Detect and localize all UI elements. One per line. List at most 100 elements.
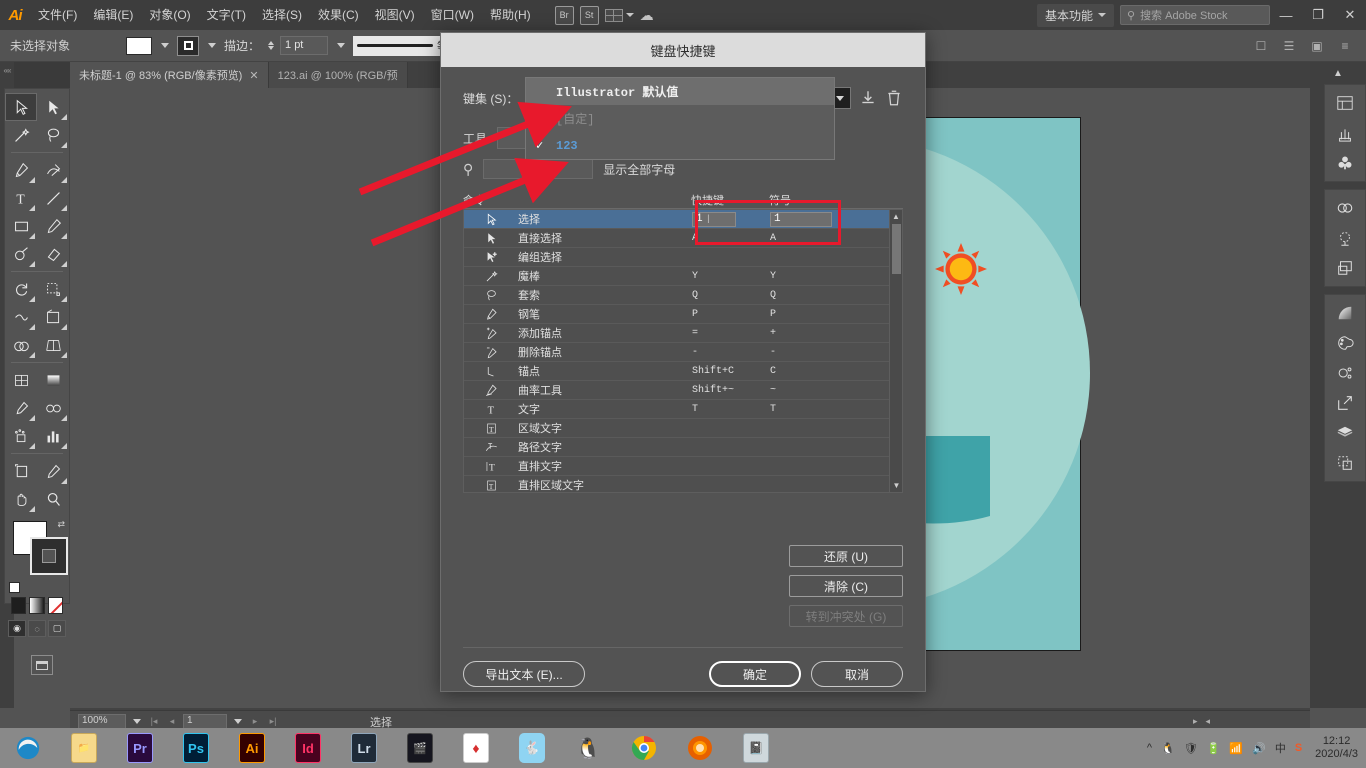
table-row[interactable]: 曲率工具 Shift+~ ~ <box>464 381 902 400</box>
align-icon[interactable]: ☰ <box>1280 37 1298 55</box>
gradient-panel-icon[interactable] <box>1325 298 1365 328</box>
symbol-value[interactable]: T <box>770 404 850 415</box>
cancel-button[interactable]: 取消 <box>811 661 903 687</box>
draw-normal-icon[interactable]: ◉ <box>8 620 26 637</box>
stroke-weight-stepper[interactable] <box>268 41 274 50</box>
shortcut-value[interactable]: Y <box>692 271 770 282</box>
keyset-option-custom[interactable]: [自定] <box>526 105 834 132</box>
taskbar-item-wps[interactable]: ♦ <box>448 728 504 768</box>
keyset-dropdown-list[interactable]: Illustrator 默认值 [自定] ✓ 123 <box>525 77 835 160</box>
stock-icon[interactable]: St <box>580 6 599 25</box>
screen-mode-icon[interactable] <box>31 655 53 675</box>
tool-zoom[interactable] <box>37 485 69 513</box>
tool-lasso[interactable] <box>37 121 69 149</box>
tray-ime-icon[interactable]: 中 <box>1275 740 1286 756</box>
tool-eraser[interactable] <box>37 240 69 268</box>
symbol-value[interactable]: C <box>770 366 850 377</box>
export-panel-icon[interactable] <box>1325 388 1365 418</box>
scroll-down-icon[interactable]: ▼ <box>890 479 903 492</box>
symbol-value[interactable]: ~ <box>770 385 850 396</box>
fill-color-swatch[interactable] <box>126 37 152 55</box>
gradient-mode-icon[interactable] <box>29 597 44 614</box>
taskbar-item-qq[interactable]: 🐧 <box>560 728 616 768</box>
shortcut-value[interactable]: - <box>692 347 770 358</box>
symbol-value[interactable]: Y <box>770 271 850 282</box>
tool-eyedropper[interactable] <box>5 394 37 422</box>
close-icon[interactable]: ✕ <box>249 69 258 82</box>
transform-icon[interactable]: ▣ <box>1308 37 1326 55</box>
tab-untitled-1[interactable]: 未标题-1 @ 83% (RGB/像素预览) ✕ <box>70 62 269 88</box>
none-mode-icon[interactable] <box>48 597 63 614</box>
table-row[interactable]: 删除锚点 - - <box>464 343 902 362</box>
menu-effect[interactable]: 效果(C) <box>310 0 367 30</box>
tool-type[interactable]: T <box>5 184 37 212</box>
tool-shape-builder[interactable] <box>5 331 37 359</box>
swap-fill-stroke-icon[interactable]: ⇄ <box>57 519 65 530</box>
clear-button[interactable]: 清除 (C) <box>789 575 903 597</box>
taskbar-item-rabbit-assistant[interactable]: 🐇 <box>504 728 560 768</box>
taskbar-item-edge[interactable] <box>0 728 56 768</box>
window-restore-button[interactable]: ❐ <box>1302 0 1334 30</box>
arrange-documents-icon[interactable] <box>605 9 634 22</box>
properties-panel-icon[interactable] <box>1325 88 1365 118</box>
table-row[interactable]: 魔棒 Y Y <box>464 267 902 286</box>
default-fill-stroke-icon[interactable] <box>9 582 20 593</box>
appearance-panel-icon[interactable] <box>1325 358 1365 388</box>
shortcut-value[interactable]: P <box>692 309 770 320</box>
symbol-value[interactable]: Q <box>770 290 850 301</box>
symbol-value[interactable]: + <box>770 328 850 339</box>
table-row[interactable]: 编组选择 <box>464 248 902 267</box>
menu-window[interactable]: 窗口(W) <box>423 0 482 30</box>
taskbar-item-file-explorer[interactable]: 📁 <box>56 728 112 768</box>
scroll-up-icon[interactable]: ▲ <box>890 210 902 223</box>
tool-column-graph[interactable] <box>37 422 69 450</box>
taskbar-item-lightroom[interactable]: Lr <box>336 728 392 768</box>
collapse-panels-icon[interactable]: ▲ <box>1310 62 1366 84</box>
taskbar-item-photoshop[interactable]: Ps <box>168 728 224 768</box>
table-row[interactable]: T 直排区域文字 <box>464 476 902 493</box>
keyset-option-illustrator-default[interactable]: Illustrator 默认值 <box>526 78 834 105</box>
last-artboard-icon[interactable]: ▸| <box>266 716 280 727</box>
first-artboard-icon[interactable]: |◂ <box>147 716 161 727</box>
tool-free-transform[interactable] <box>37 303 69 331</box>
swatches-panel-icon[interactable] <box>1325 328 1365 358</box>
tool-perspective-grid[interactable] <box>37 331 69 359</box>
tool-direct-selection[interactable] <box>37 93 69 121</box>
draw-inside-icon[interactable]: ▢ <box>48 620 66 637</box>
tray-volume-icon[interactable]: 🔊 <box>1252 742 1266 755</box>
table-row[interactable]: 钢笔 P P <box>464 305 902 324</box>
next-artboard-icon[interactable]: ▸ <box>248 716 262 727</box>
table-row[interactable]: 锚点 Shift+C C <box>464 362 902 381</box>
table-row[interactable]: T 直排文字 <box>464 457 902 476</box>
shortcut-edit-field[interactable]: 1| <box>692 212 770 227</box>
tool-blend[interactable] <box>37 394 69 422</box>
stroke-dropdown-arrow[interactable] <box>205 36 218 56</box>
menu-select[interactable]: 选择(S) <box>254 0 310 30</box>
table-row[interactable]: 套索 Q Q <box>464 286 902 305</box>
tool-slice[interactable] <box>37 457 69 485</box>
symbol-value[interactable]: - <box>770 347 850 358</box>
layers-panel-icon[interactable] <box>1325 418 1365 448</box>
search-input[interactable] <box>483 159 593 179</box>
tool-pen[interactable] <box>5 156 37 184</box>
command-list-scrollbar[interactable]: ▲ ▼ <box>889 210 902 492</box>
shortcut-value[interactable]: Shift+C <box>692 366 770 377</box>
panel-menu-icon[interactable]: ≡ <box>1336 37 1354 55</box>
taskbar-item-illustrator[interactable]: Ai <box>224 728 280 768</box>
stroke-swatch[interactable] <box>30 537 68 575</box>
cloud-sync-icon[interactable]: ☁ <box>640 7 654 24</box>
tool-scale[interactable] <box>37 275 69 303</box>
taskbar-clock[interactable]: 12:12 2020/4/3 <box>1311 735 1358 761</box>
tool-hand[interactable] <box>5 485 37 513</box>
previous-artboard-icon[interactable]: ◂ <box>165 716 179 727</box>
tool-line-segment[interactable] <box>37 184 69 212</box>
symbol-value[interactable]: A <box>770 233 850 244</box>
ok-button[interactable]: 确定 <box>709 661 801 687</box>
menu-type[interactable]: 文字(T) <box>199 0 254 30</box>
taskbar-item-notes[interactable]: 📓 <box>728 728 784 768</box>
tool-paintbrush[interactable] <box>37 212 69 240</box>
brushes-panel-icon[interactable] <box>1325 118 1365 148</box>
tray-network-icon[interactable]: 📶 <box>1229 742 1243 755</box>
creative-cloud-libraries-icon[interactable] <box>1325 193 1365 223</box>
menu-help[interactable]: 帮助(H) <box>482 0 539 30</box>
